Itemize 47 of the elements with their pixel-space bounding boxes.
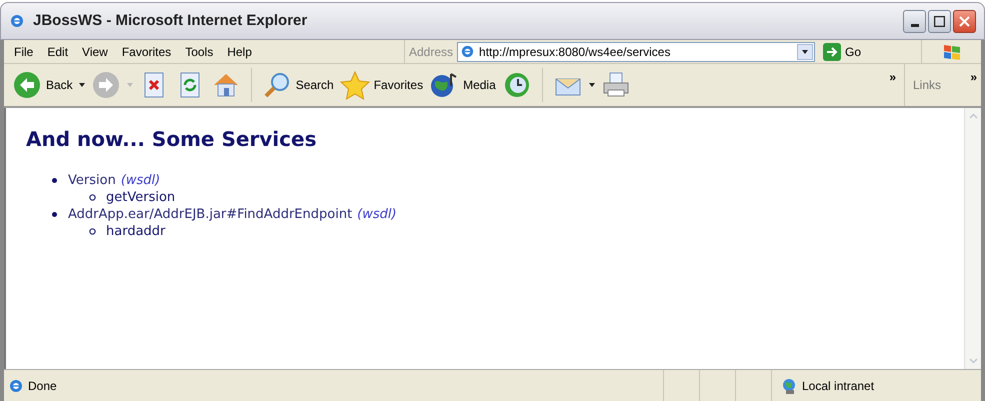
circle-bullet-icon: [89, 228, 96, 235]
links-label[interactable]: Links: [913, 76, 942, 94]
close-button[interactable]: [953, 10, 976, 32]
page-icon: [460, 44, 476, 59]
menu-item[interactable]: Tools: [179, 42, 220, 60]
operation-text: hardaddr: [106, 223, 166, 240]
favorites-button[interactable]: Favorites: [340, 70, 424, 100]
status-text: Done: [28, 378, 57, 394]
maximize-icon: [934, 16, 945, 26]
go-button[interactable]: Go: [819, 42, 866, 60]
menu-item[interactable]: File: [8, 42, 40, 60]
operation-text: getVersion: [106, 189, 176, 206]
scrollbar[interactable]: [964, 108, 981, 369]
minimize-icon: [910, 24, 918, 26]
minimize-button[interactable]: [903, 10, 926, 32]
wsdl-link[interactable]: (wsdl): [120, 172, 160, 189]
page-heading: And now... Some Services: [26, 126, 318, 153]
circle-bullet-icon: [89, 194, 96, 201]
menu-item[interactable]: View: [76, 42, 114, 60]
bullet-icon: [52, 212, 57, 217]
address-value: http://mpresux:8080/ws4ee/services: [479, 44, 672, 60]
page-icon: [8, 378, 24, 394]
window-title: JBossWS - Microsoft Internet Explorer: [33, 10, 308, 31]
media-button[interactable]: Media: [429, 70, 496, 100]
back-button[interactable]: Back: [12, 70, 73, 100]
address-field[interactable]: http://mpresux:8080/ws4ee/services: [457, 42, 816, 62]
bullet-icon: [52, 178, 57, 183]
caret-icon[interactable]: [802, 50, 808, 54]
more-tools-chevron[interactable]: »: [889, 68, 896, 86]
address-label: Address: [409, 44, 454, 60]
zone-text: Local intranet: [802, 378, 874, 394]
menu-item[interactable]: Favorites: [116, 42, 178, 60]
service-link[interactable]: Version: [68, 172, 116, 189]
close-icon: [959, 16, 970, 26]
caret-icon[interactable]: [588, 83, 595, 87]
maximize-button[interactable]: [928, 10, 951, 32]
browser-icon: [9, 13, 25, 29]
service-link[interactable]: AddrApp.ear/AddrEJB.jar#FindAddrEndpoint: [68, 206, 352, 223]
wsdl-link[interactable]: (wsdl): [357, 206, 397, 223]
caret-icon[interactable]: [78, 83, 85, 87]
star-icon: [340, 70, 370, 100]
search-button[interactable]: Search: [262, 70, 334, 100]
network-globe-icon: [780, 376, 798, 394]
menu-item[interactable]: Edit: [41, 42, 74, 60]
menu-item[interactable]: Help: [221, 42, 258, 60]
more-links-chevron[interactable]: »: [970, 68, 977, 86]
dropdown-button[interactable]: [797, 44, 814, 60]
